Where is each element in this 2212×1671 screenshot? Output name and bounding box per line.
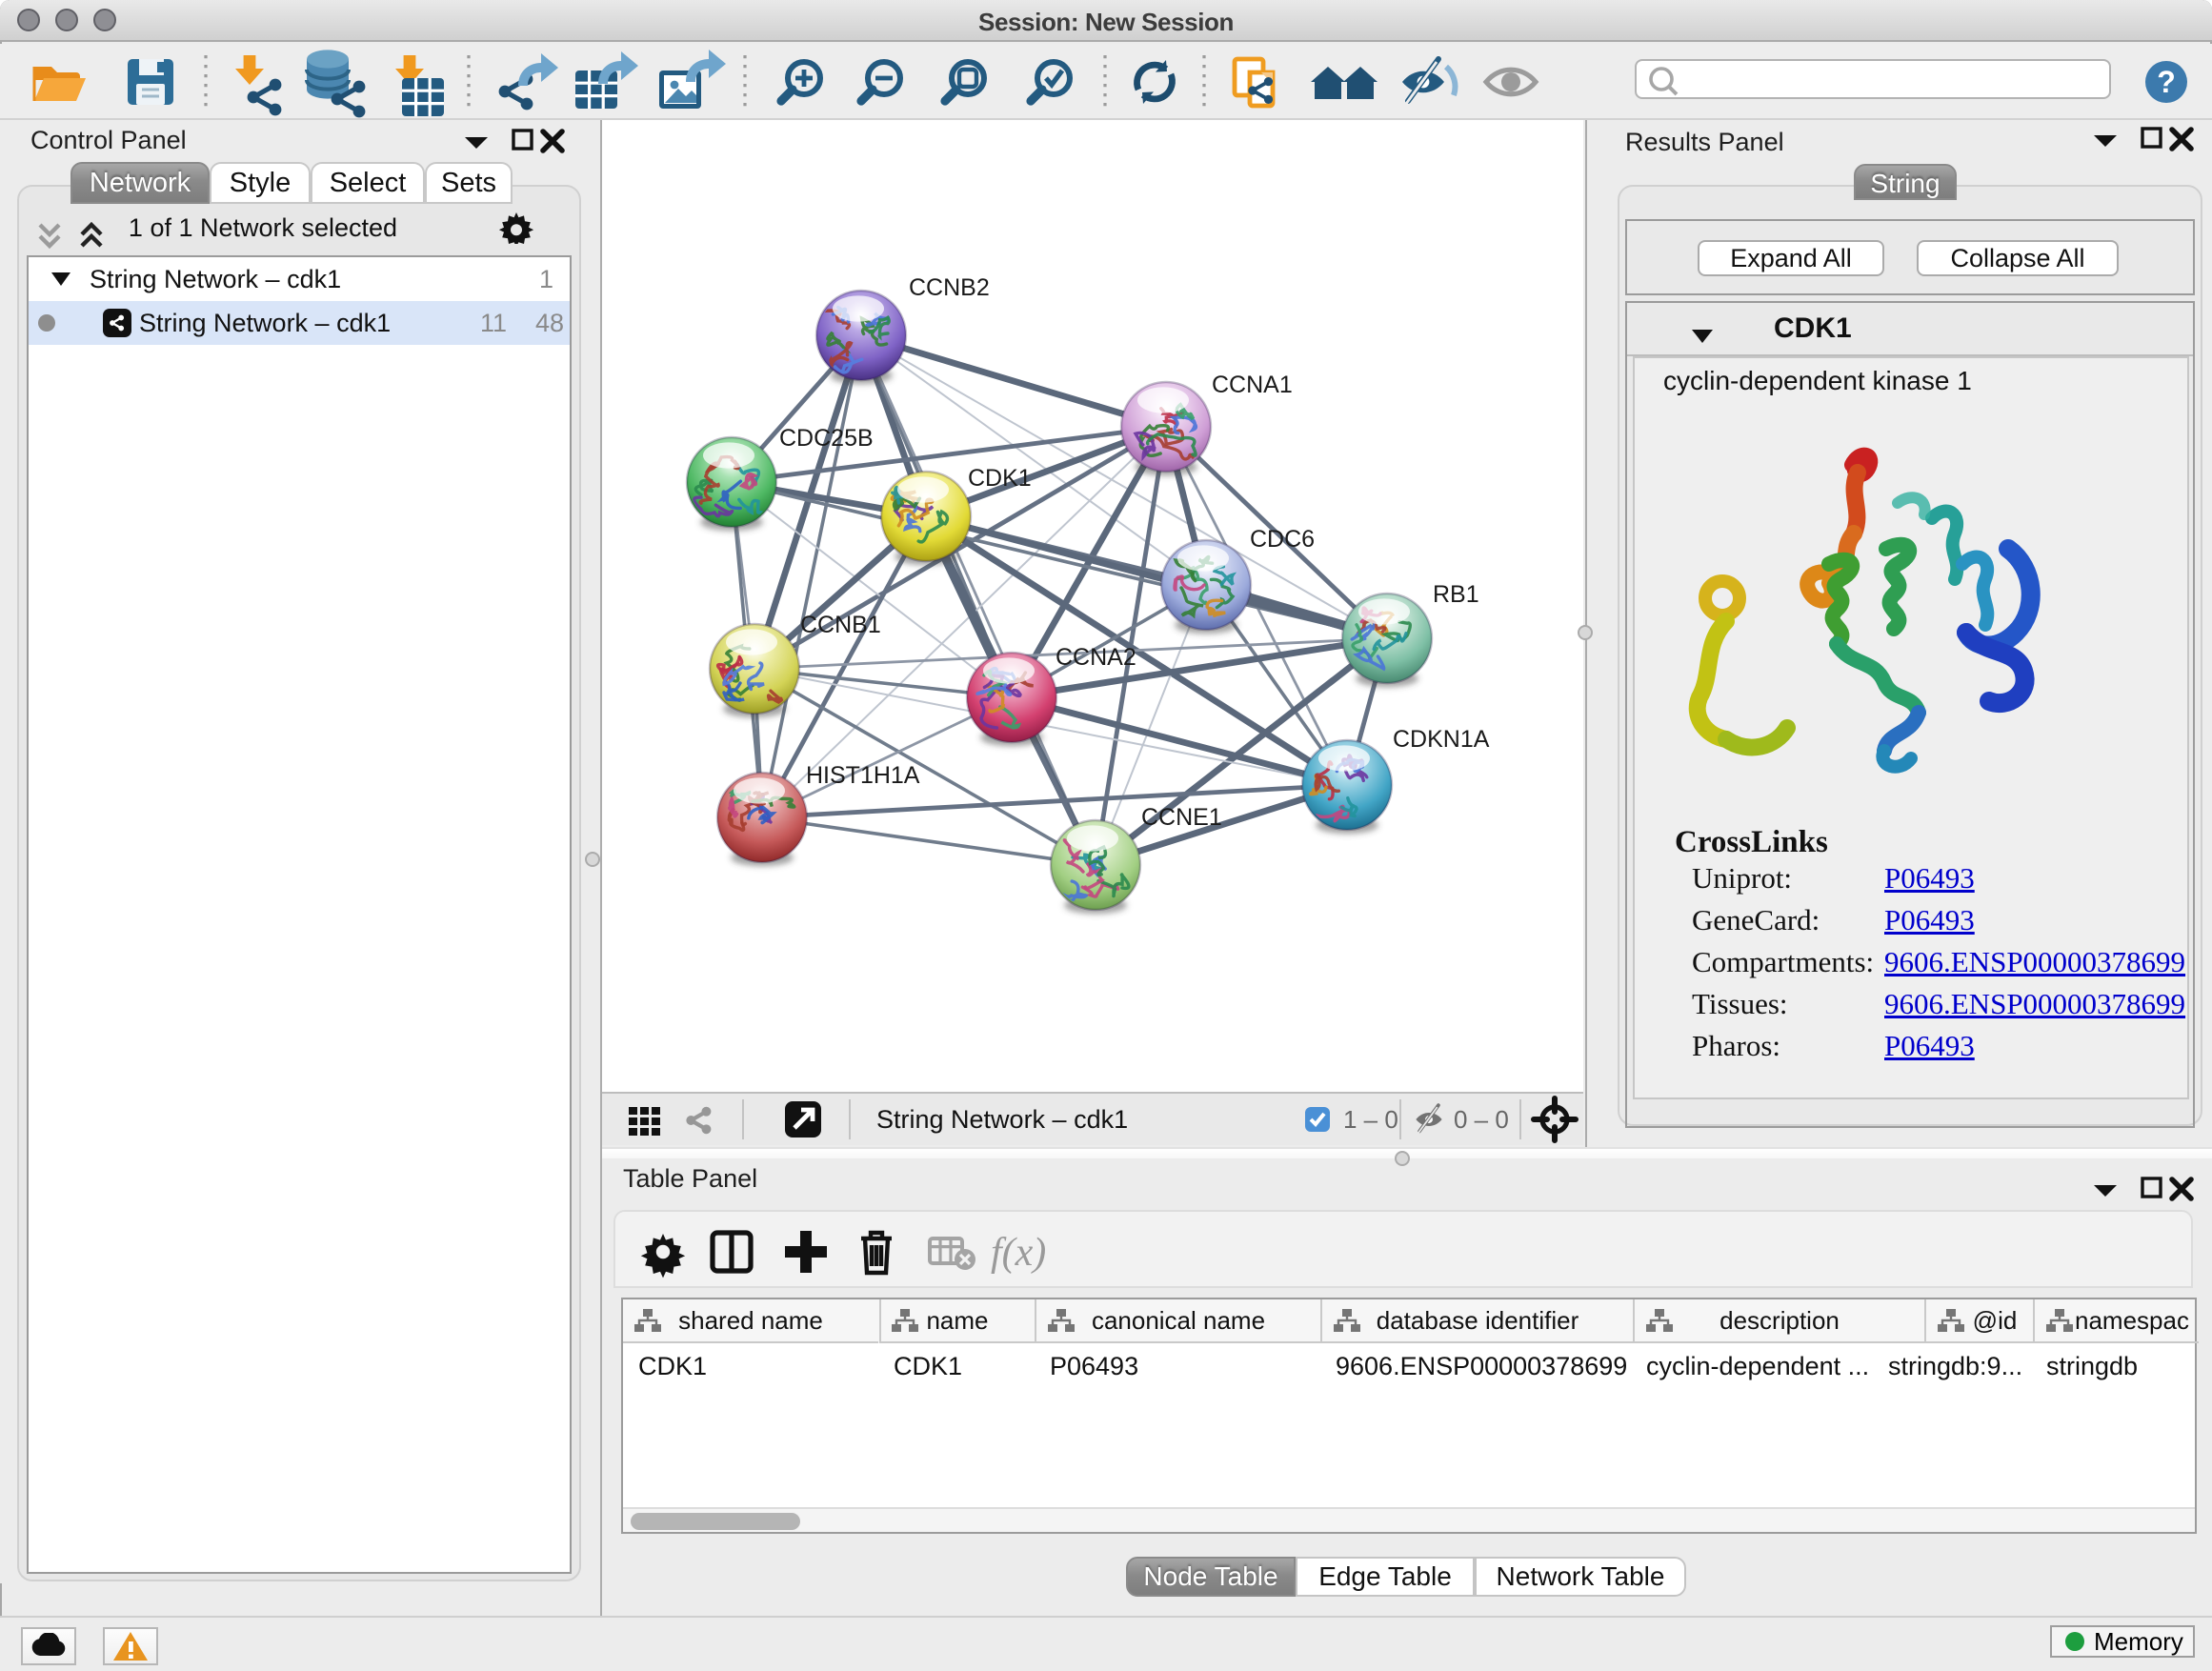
svg-text:CDC25B: CDC25B <box>779 425 874 452</box>
svg-text:?: ? <box>2157 65 2176 99</box>
svg-text:CCNE1: CCNE1 <box>1141 804 1222 831</box>
svg-text:RB1: RB1 <box>1433 581 1479 608</box>
svg-text:CCNA2: CCNA2 <box>1056 644 1136 671</box>
svg-text:1 – 0: 1 – 0 <box>1343 1105 1398 1134</box>
svg-text:CCNB1: CCNB1 <box>800 612 881 638</box>
svg-text:f(x): f(x) <box>991 1231 1046 1275</box>
svg-text:HIST1H1A: HIST1H1A <box>806 762 920 789</box>
svg-text:CDKN1A: CDKN1A <box>1393 726 1490 753</box>
svg-text:0 – 0: 0 – 0 <box>1454 1105 1509 1134</box>
svg-text:String Network – cdk1: String Network – cdk1 <box>876 1105 1128 1134</box>
svg-text:CCNB2: CCNB2 <box>909 274 990 301</box>
svg-text:CCNA1: CCNA1 <box>1212 372 1293 398</box>
svg-text:CDC6: CDC6 <box>1250 526 1315 553</box>
svg-text:CDK1: CDK1 <box>968 465 1032 492</box>
